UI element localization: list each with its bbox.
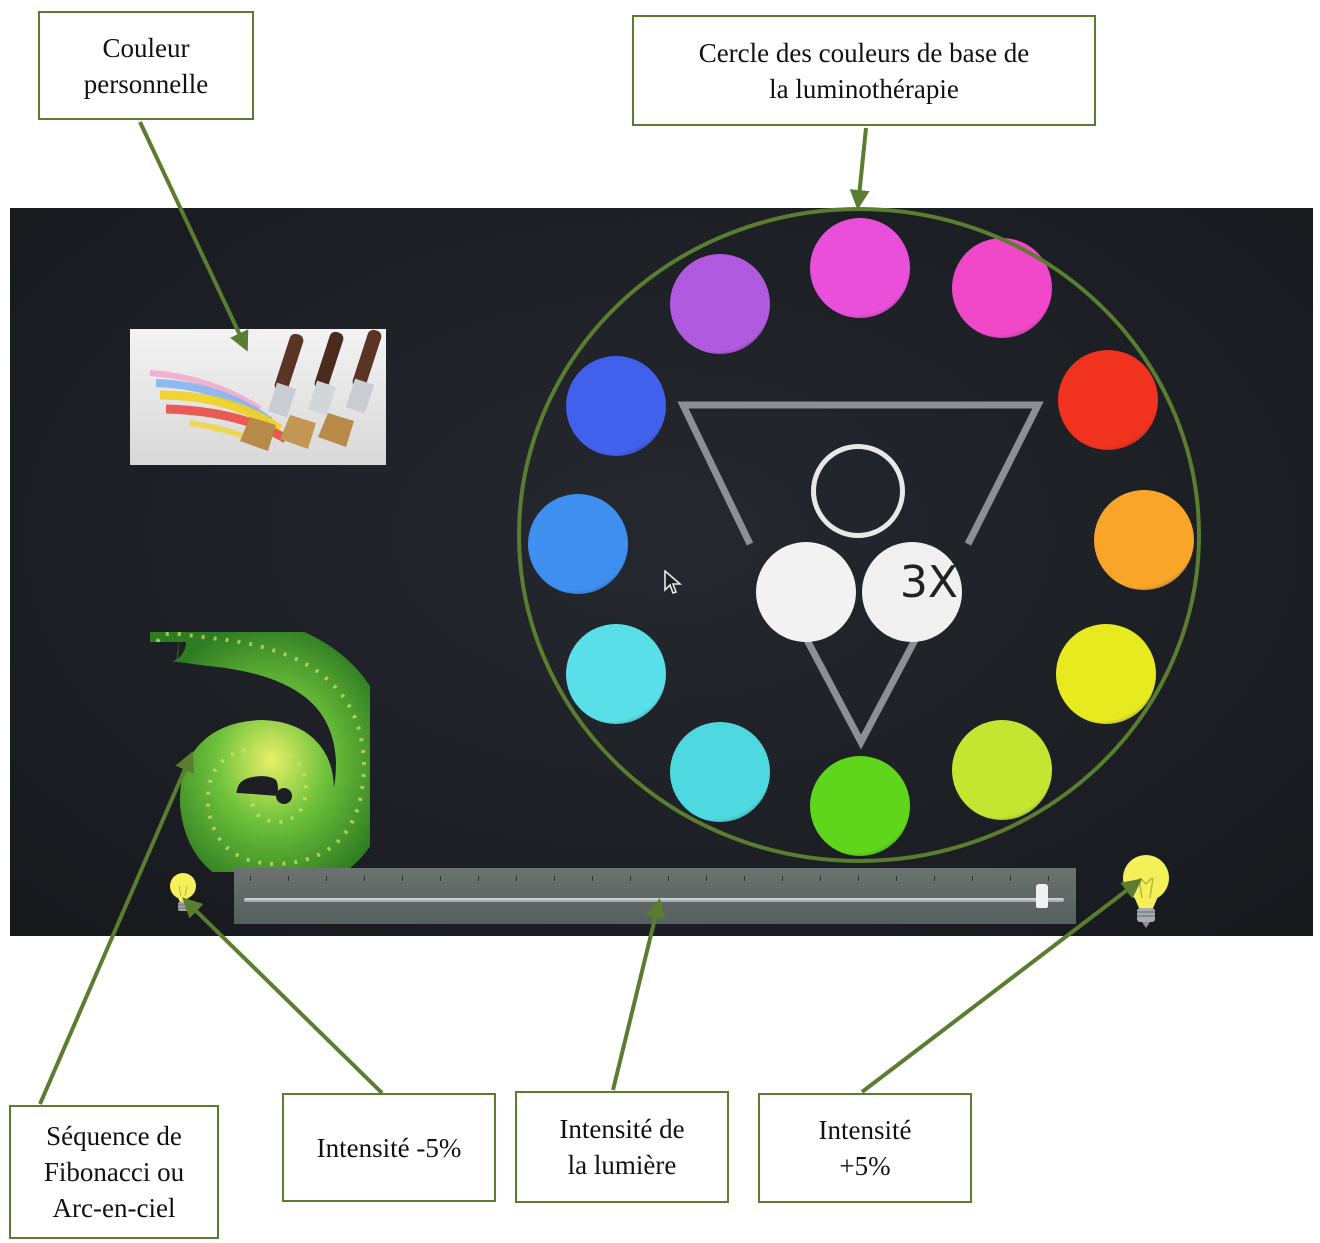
slider-tick (668, 876, 669, 881)
color-swatch-pink[interactable] (952, 238, 1052, 338)
slider-tick (250, 876, 251, 881)
slider-rail (244, 898, 1064, 902)
slider-tick (592, 876, 593, 881)
callout-fibonacci-text: Séquence de Fibonacci ou Arc-en-ciel (43, 1121, 185, 1223)
slider-tick (478, 876, 479, 881)
slider-tick (364, 876, 365, 881)
callout-intensity-minus: Intensité -5% (282, 1093, 496, 1202)
intensity-minus-button[interactable] (168, 872, 198, 921)
color-swatch-green[interactable] (810, 756, 910, 856)
callout-fibonacci: Séquence de Fibonacci ou Arc-en-ciel (9, 1105, 219, 1239)
light-bulb-large-icon (1123, 855, 1169, 928)
callout-base-color-circle: Cercle des couleurs de base de la lumino… (632, 15, 1096, 126)
slider-tick (554, 876, 555, 881)
color-swatch-cyan[interactable] (566, 624, 666, 724)
light-bulb-small-icon (170, 873, 196, 911)
color-swatch-violet[interactable] (670, 254, 770, 354)
callout-intensity-level: Intensité de la lumière (515, 1091, 729, 1203)
callout-custom-color: Couleur personnelle (38, 11, 254, 120)
color-swatch-yellow[interactable] (1056, 624, 1156, 724)
slider-tick (896, 876, 897, 881)
callout-base-color-circle-text: Cercle des couleurs de base de la lumino… (698, 37, 1030, 104)
color-swatch-azure[interactable] (528, 494, 628, 594)
slider-tick (402, 876, 403, 881)
color-swatch-orange[interactable] (1094, 490, 1194, 590)
slider-tick (706, 876, 707, 881)
slider-tick (326, 876, 327, 881)
color-swatch-blue[interactable] (566, 356, 666, 456)
slider-tick (934, 876, 935, 881)
triple-intensity-button[interactable] (862, 542, 962, 642)
slider-thumb[interactable] (1035, 884, 1048, 908)
slider-tick (516, 876, 517, 881)
color-swatch-yellow-green[interactable] (952, 720, 1052, 820)
intensity-plus-button[interactable] (1120, 854, 1172, 939)
slider-tick (288, 876, 289, 881)
callout-intensity-level-text: Intensité de la lumière (559, 1114, 685, 1180)
device-screen: 3X (10, 208, 1313, 936)
callout-custom-color-text: Couleur personnelle (83, 32, 209, 99)
white-color-button[interactable] (756, 542, 856, 642)
callout-intensity-plus-text: Intensité +5% (818, 1115, 912, 1181)
slider-tick (1010, 876, 1011, 881)
slider-tick (440, 876, 441, 881)
intensity-slider[interactable] (234, 868, 1076, 924)
slider-tick (820, 876, 821, 881)
callout-intensity-plus: Intensité +5% (758, 1093, 972, 1203)
slider-tick (972, 876, 973, 881)
color-swatch-magenta[interactable] (810, 218, 910, 318)
slider-tick (782, 876, 783, 881)
slider-tick (630, 876, 631, 881)
slider-tick (1048, 876, 1049, 881)
white-outline-button[interactable] (811, 444, 905, 538)
arrow-base-circle (849, 127, 870, 210)
color-swatch-red[interactable] (1058, 350, 1158, 450)
mouse-pointer-icon (664, 570, 682, 595)
slider-tick (744, 876, 745, 881)
callout-intensity-minus-text: Intensité -5% (316, 1132, 462, 1163)
color-swatch-turquoise[interactable] (670, 722, 770, 822)
slider-tick (858, 876, 859, 881)
